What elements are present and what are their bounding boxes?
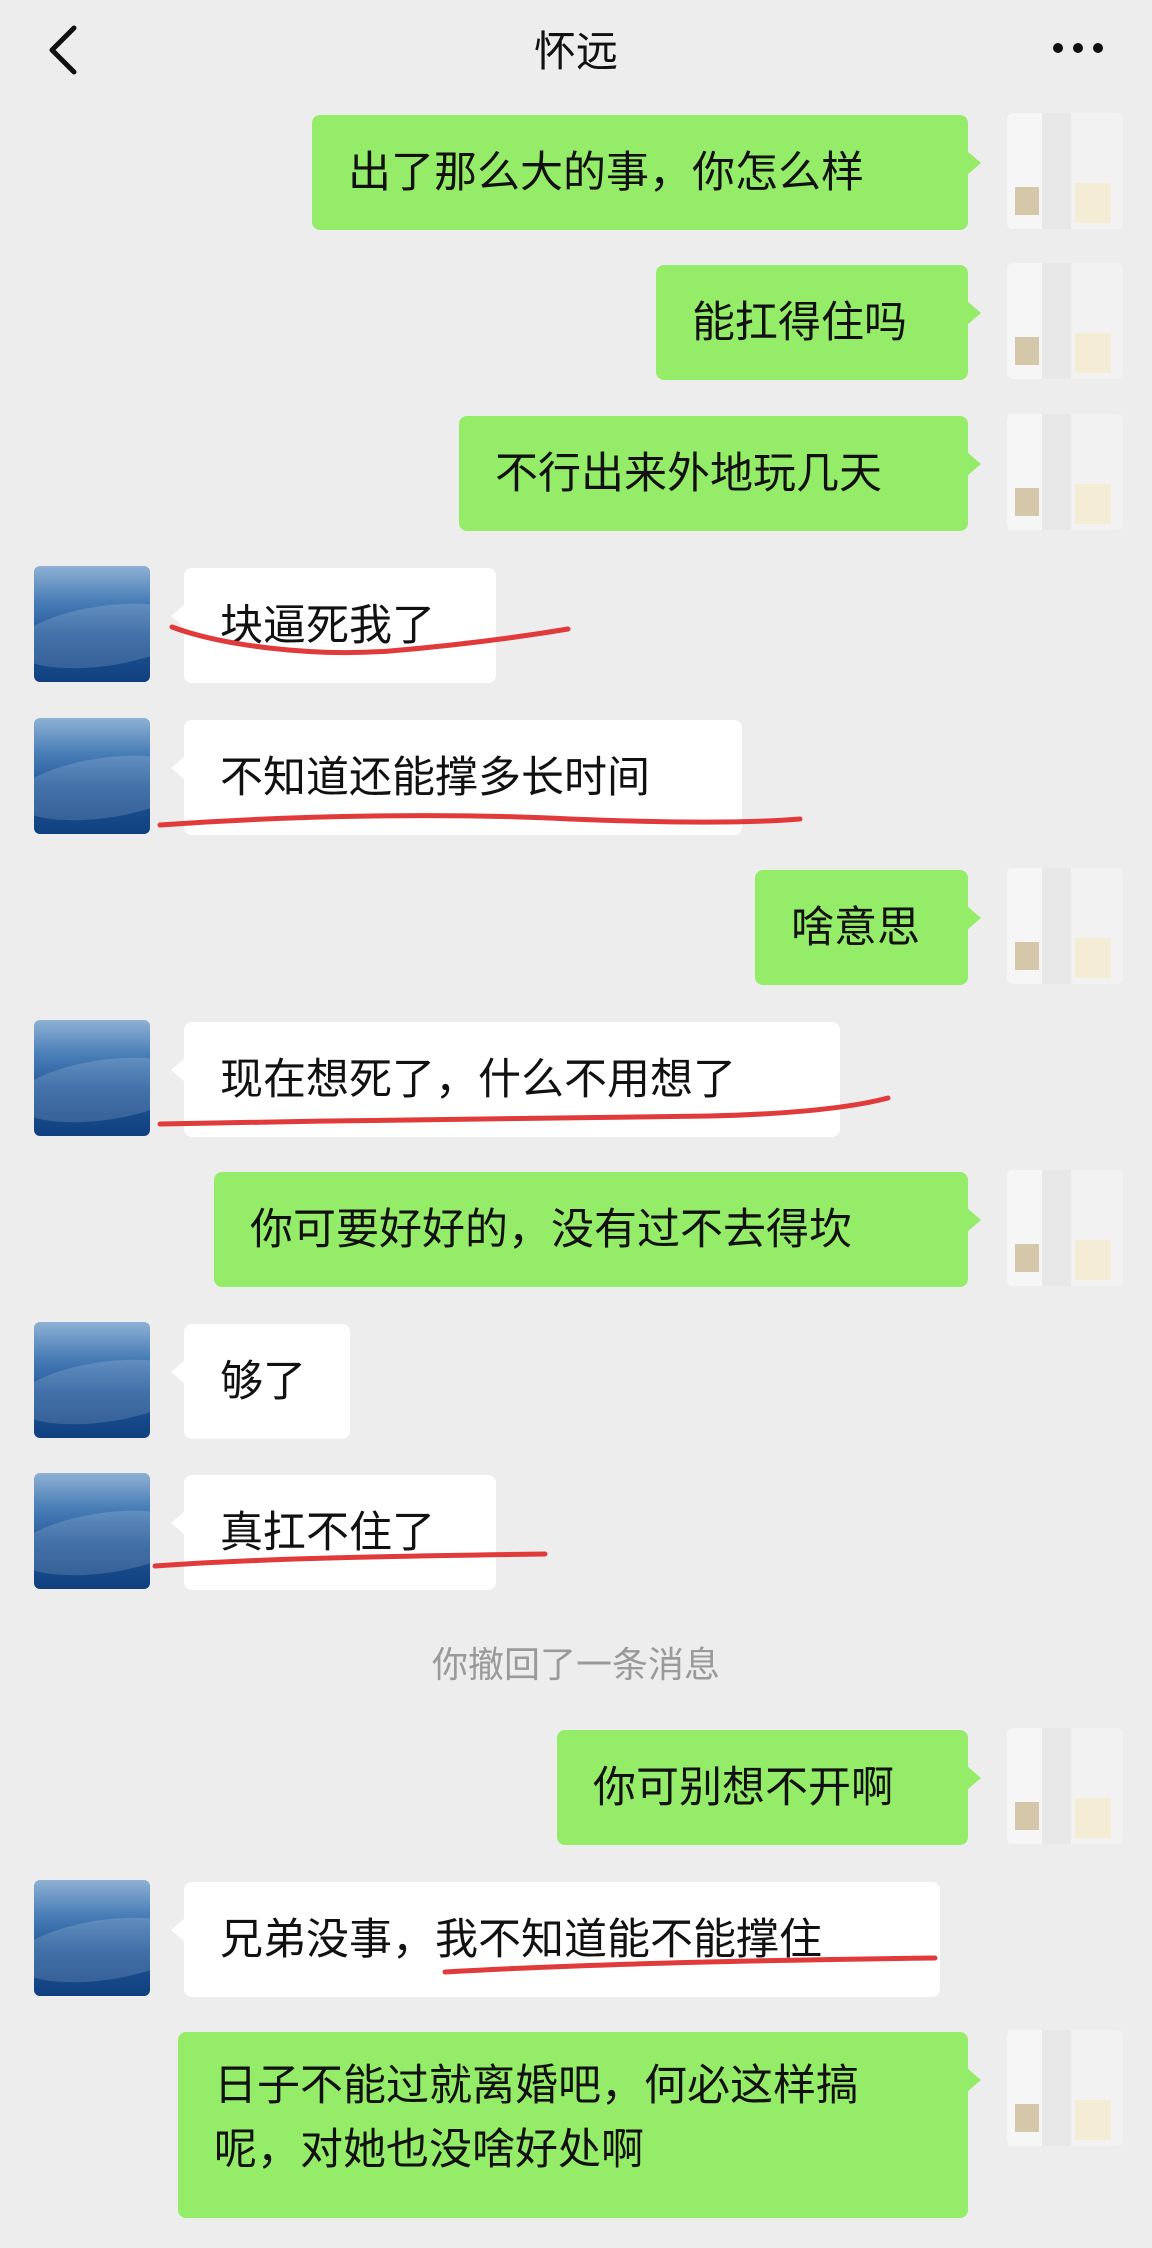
message-bubble-self[interactable]: 不行出来外地玩几天 [459,416,981,531]
avatar-self[interactable] [1007,263,1123,379]
message-bubble-other[interactable]: 不知道还能撑多长时间 [171,720,742,835]
message-bubble-self[interactable]: 出了那么大的事，你怎么样 [312,115,981,230]
message-bubble-self[interactable]: 你可别想不开啊 [557,1730,981,1845]
avatar-other[interactable] [34,1880,150,1996]
recalled-message-notice: 你撤回了一条消息 [431,1645,720,1686]
avatar-other[interactable] [34,718,150,834]
avatar-other[interactable] [34,1473,150,1589]
more-dots-icon[interactable] [1048,30,1108,66]
message-bubble-self[interactable]: 日子不能过就离婚吧，何必这样搞呢，对她也没啥好处啊 [178,2032,981,2218]
message-bubble-other[interactable]: 兄弟没事，我不知道能不能撑住 [171,1882,940,1997]
avatar-self[interactable] [1007,2030,1123,2146]
message-bubble-self[interactable]: 啥意思 [755,870,981,985]
message-bubble-self[interactable]: 能扛得住吗 [656,265,981,380]
chat-header: 怀远 [0,0,1152,96]
avatar-self[interactable] [1007,113,1123,229]
avatar-self[interactable] [1007,1170,1123,1286]
avatar-self[interactable] [1007,868,1123,984]
message-bubble-self[interactable]: 你可要好好的，没有过不去得坎 [214,1172,981,1287]
message-bubble-other[interactable]: 现在想死了，什么不用想了 [171,1022,840,1137]
message-bubble-other[interactable]: 块逼死我了 [171,568,496,683]
avatar-other[interactable] [34,566,150,682]
avatar-other[interactable] [34,1020,150,1136]
chat-title: 怀远 [533,27,618,76]
message-bubble-other[interactable]: 真扛不住了 [171,1475,496,1590]
avatar-other[interactable] [34,1322,150,1438]
avatar-self[interactable] [1007,1728,1123,1844]
avatar-self[interactable] [1007,414,1123,530]
message-bubble-other[interactable]: 够了 [171,1324,350,1439]
